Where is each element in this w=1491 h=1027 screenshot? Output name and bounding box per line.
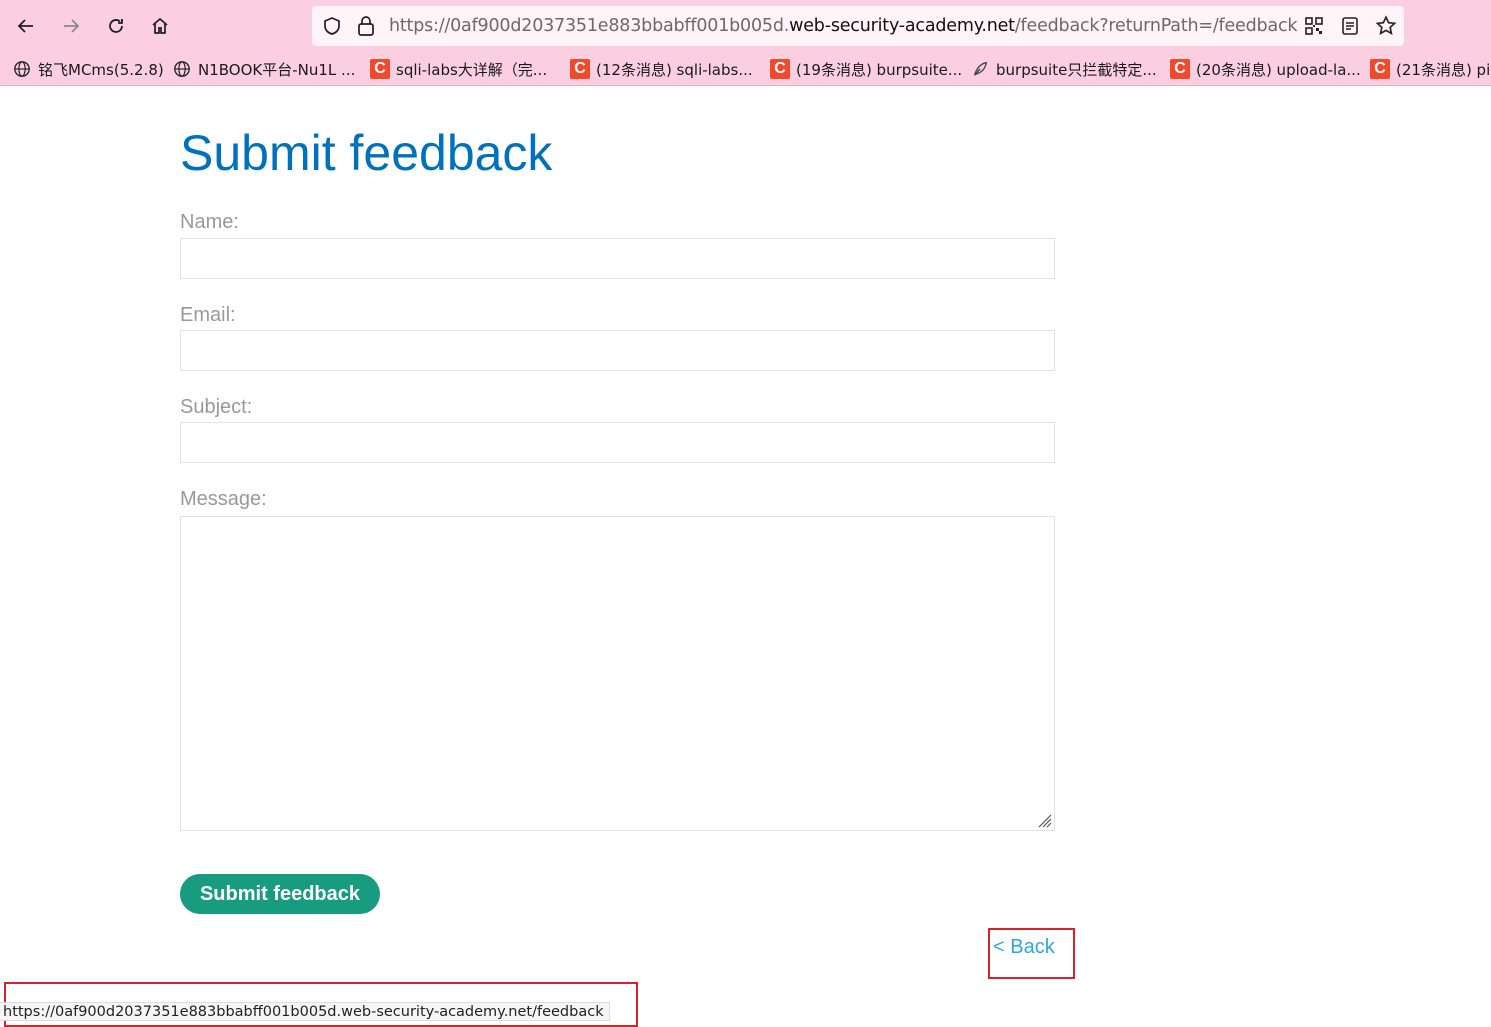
csdn-icon: C bbox=[1170, 59, 1190, 79]
status-bar-url: https://0af900d2037351e883bbabff001b005d… bbox=[0, 1002, 610, 1021]
bookmark-item[interactable]: C sqli-labs大详解（完... bbox=[370, 59, 547, 79]
globe-icon bbox=[172, 59, 192, 79]
lock-icon[interactable] bbox=[356, 15, 376, 37]
bookmark-item[interactable]: burpsuite只拦截特定... bbox=[970, 59, 1157, 79]
email-label: Email: bbox=[180, 304, 236, 326]
bookmark-label: N1BOOK平台-Nu1L ... bbox=[198, 60, 356, 79]
qr-code-icon[interactable] bbox=[1302, 14, 1326, 38]
csdn-icon: C bbox=[1370, 59, 1390, 79]
subject-input[interactable] bbox=[180, 422, 1055, 463]
bookmark-item[interactable]: C (12条消息) sqli-labs... bbox=[570, 59, 753, 79]
address-bar-actions bbox=[1302, 14, 1398, 38]
bookmarks-bar: 铭飞MCms(5.2.8) N1BOOK平台-Nu1L ... C sqli-l… bbox=[0, 52, 1491, 86]
address-bar[interactable]: https://0af900d2037351e883bbabff001b005d… bbox=[312, 6, 1404, 46]
csdn-icon: C bbox=[570, 59, 590, 79]
bookmark-label: (19条消息) burpsuite... bbox=[796, 60, 963, 79]
highlight-box-back bbox=[988, 928, 1075, 979]
feather-icon bbox=[970, 59, 990, 79]
url-text[interactable]: https://0af900d2037351e883bbabff001b005d… bbox=[389, 16, 1298, 36]
home-icon[interactable] bbox=[144, 10, 176, 42]
back-arrow-icon[interactable] bbox=[10, 10, 42, 42]
reload-icon[interactable] bbox=[100, 10, 132, 42]
bookmark-star-icon[interactable] bbox=[1374, 14, 1398, 38]
bookmark-item[interactable]: 铭飞MCms(5.2.8) bbox=[12, 59, 164, 79]
bookmark-item[interactable]: C (19条消息) burpsuite... bbox=[770, 59, 962, 79]
bookmark-label: 铭飞MCms(5.2.8) bbox=[38, 60, 164, 79]
shield-icon[interactable] bbox=[322, 16, 342, 36]
forward-arrow-icon[interactable] bbox=[55, 10, 87, 42]
url-path: /feedback?returnPath=/feedback bbox=[1014, 16, 1298, 36]
page-title: Submit feedback bbox=[180, 125, 553, 181]
message-label: Message: bbox=[180, 488, 267, 510]
bookmark-label: (21条消息) pi bbox=[1396, 60, 1491, 79]
url-prefix: https://0af900d2037351e883bbabff001b005d… bbox=[389, 16, 790, 36]
bookmark-label: (12条消息) sqli-labs... bbox=[596, 60, 753, 79]
email-input[interactable] bbox=[180, 330, 1055, 371]
csdn-icon: C bbox=[370, 59, 390, 79]
name-label: Name: bbox=[180, 211, 239, 233]
bookmark-item[interactable]: N1BOOK平台-Nu1L ... bbox=[172, 59, 355, 79]
bookmark-label: sqli-labs大详解（完... bbox=[396, 60, 548, 79]
globe-icon bbox=[12, 59, 32, 79]
csdn-icon: C bbox=[770, 59, 790, 79]
bookmark-label: (20条消息) upload-la... bbox=[1196, 60, 1361, 79]
bookmark-label: burpsuite只拦截特定... bbox=[996, 60, 1157, 79]
browser-toolbar: https://0af900d2037351e883bbabff001b005d… bbox=[0, 0, 1491, 52]
bookmark-item[interactable]: C (20条消息) upload-la... bbox=[1170, 59, 1361, 79]
resize-grip-icon[interactable] bbox=[1036, 812, 1052, 828]
name-input[interactable] bbox=[180, 238, 1055, 279]
reader-view-icon[interactable] bbox=[1338, 14, 1362, 38]
message-textarea[interactable] bbox=[180, 516, 1055, 831]
url-host: web-security-academy.net bbox=[789, 16, 1015, 36]
subject-label: Subject: bbox=[180, 396, 253, 418]
bookmark-item[interactable]: C (21条消息) pi bbox=[1370, 59, 1490, 79]
submit-feedback-button[interactable]: Submit feedback bbox=[180, 874, 380, 914]
